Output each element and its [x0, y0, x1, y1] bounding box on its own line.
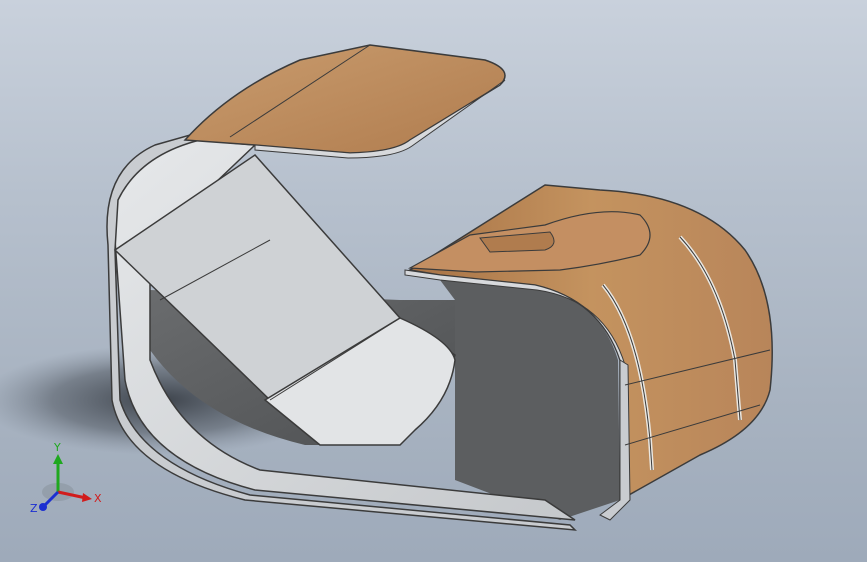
x-axis-label: X	[94, 492, 102, 505]
z-axis-arrow-icon	[39, 503, 47, 511]
y-axis-arrow-icon	[53, 454, 63, 464]
z-axis-label: Z	[30, 502, 38, 515]
graphics-viewport[interactable]: Y X Z	[0, 0, 867, 562]
y-axis-label: Y	[53, 441, 61, 454]
x-axis-arrow-icon	[82, 493, 92, 502]
view-orientation-triad[interactable]: Y X Z	[28, 440, 108, 520]
3d-model-view[interactable]	[0, 0, 867, 562]
